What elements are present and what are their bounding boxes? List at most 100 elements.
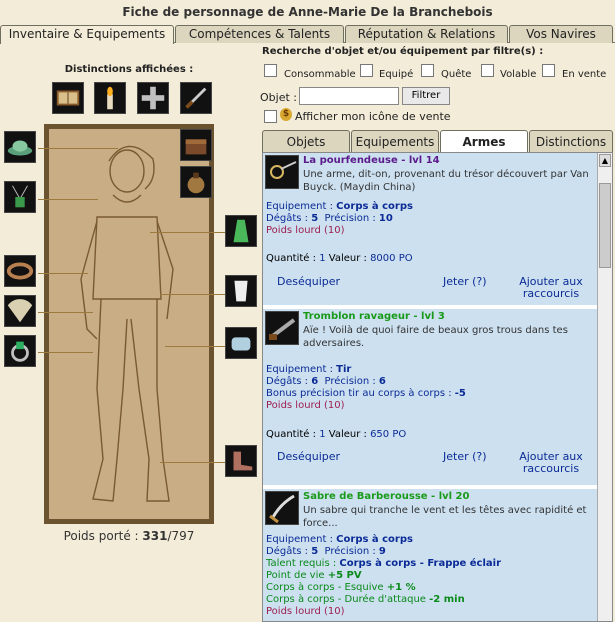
left-panel: Distinctions affichées : Poids porté: 3…: [0, 44, 258, 622]
equip-value: Corps à corps: [336, 201, 413, 212]
list-item: La pourfendeuse - lvl 14 Une arme, dit-o…: [263, 153, 598, 307]
desequiper-link[interactable]: Deséquiper: [277, 276, 340, 288]
filter-button[interactable]: Filtrer: [402, 87, 450, 105]
item-desc: Aïe ! Voilà de quoi faire de beaux gros …: [303, 325, 568, 349]
label-equipe: Equipé: [379, 69, 414, 80]
subtab-equipements[interactable]: Equipements: [351, 130, 439, 152]
value-amount: 650 PO: [370, 429, 407, 440]
equip-label: Equipement :: [266, 201, 333, 212]
list-item: Tromblon ravageur - lvl 3 Aïe ! Voilà de…: [263, 309, 598, 487]
precision-value: 6: [378, 376, 386, 387]
degats-label: Dégâts :: [266, 546, 309, 557]
item-desc: Une arme, dit-on, provenant du trésor dé…: [303, 169, 589, 193]
jeter-link[interactable]: Jeter (?): [443, 276, 487, 288]
weight-carried: Poids porté : 331/797: [0, 529, 258, 543]
weight-label: Poids porté :: [63, 529, 139, 543]
degats-label: Dégâts :: [266, 376, 309, 387]
dress-icon[interactable]: [225, 215, 257, 247]
candle-icon[interactable]: [94, 82, 126, 114]
value-label: Valeur :: [328, 429, 367, 440]
weight-max: /797: [167, 529, 195, 543]
label-sale-icon: Afficher mon icône de vente: [295, 110, 451, 123]
jeter-link[interactable]: Jeter (?): [443, 451, 487, 463]
item-name: Tromblon ravageur - lvl 3: [303, 311, 445, 322]
desequiper-link[interactable]: Deséquiper: [277, 451, 340, 463]
esquive-label: Corps à corps - Esquive: [266, 582, 384, 593]
tab-reputation[interactable]: Réputation & Relations: [345, 25, 508, 43]
hat-icon[interactable]: [4, 131, 36, 163]
sabre-icon: [265, 491, 299, 525]
right-panel: Recherche d'objet et/ou équipement par f…: [258, 44, 615, 622]
raccourcis-link[interactable]: Ajouter aux raccourcis: [513, 276, 589, 300]
esquive-value: +1 %: [386, 582, 416, 593]
dagger-icon[interactable]: [180, 82, 212, 114]
equip-value: Tir: [336, 364, 352, 375]
degats-label: Dégâts :: [266, 213, 309, 224]
cross-icon[interactable]: [137, 82, 169, 114]
duree-label: Corps à corps - Durée d'attaque: [266, 594, 426, 605]
item-list: La pourfendeuse - lvl 14 Une arme, dit-o…: [262, 152, 613, 622]
scrollbar[interactable]: ▲: [597, 153, 612, 621]
page-title: Fiche de personnage de Anne-Marie De la …: [122, 5, 493, 19]
talent-value: Corps à corps - Frappe éclair: [339, 558, 502, 569]
pv-label: Point de vie: [266, 570, 325, 581]
checkbox-equipe[interactable]: [360, 64, 373, 77]
duree-value: -2 min: [429, 594, 465, 605]
equip-label: Equipement :: [266, 364, 333, 375]
label-volable: Volable: [500, 69, 537, 80]
equip-value: Corps à corps: [336, 534, 413, 545]
label-quete: Quête: [441, 69, 472, 80]
precision-label: Précision :: [324, 546, 376, 557]
objet-label: Objet :: [260, 91, 297, 104]
value-label: Valeur :: [328, 253, 367, 264]
bonus-value: -5: [454, 388, 466, 399]
amulet-icon[interactable]: [4, 181, 36, 213]
checkbox-quete[interactable]: [421, 64, 434, 77]
raccourcis-link[interactable]: Ajouter aux raccourcis: [513, 451, 589, 475]
label-consommable: Consommable: [284, 69, 356, 80]
precision-label: Précision :: [324, 213, 376, 224]
distinctions-label: Distinctions affichées :: [64, 64, 194, 75]
fan-icon[interactable]: [4, 295, 36, 327]
weight-value: 331: [142, 529, 168, 543]
rapier-icon: [265, 155, 299, 189]
checkbox-sale-icon[interactable]: [264, 110, 277, 123]
bracelet-icon[interactable]: [4, 255, 36, 287]
subtab-distinctions[interactable]: Distinctions: [529, 130, 613, 152]
subtab-armes[interactable]: Armes: [440, 130, 528, 153]
corset-icon[interactable]: [225, 275, 257, 307]
chest-icon[interactable]: [180, 129, 212, 161]
subtab-objets[interactable]: Objets: [262, 130, 350, 152]
tab-competences[interactable]: Compétences & Talents: [175, 25, 344, 43]
degats-value: 6: [311, 376, 319, 387]
ring-icon[interactable]: [4, 335, 36, 367]
degats-value: 5: [311, 546, 319, 557]
degats-value: 5: [311, 213, 319, 224]
talent-label: Talent requis :: [266, 558, 337, 569]
poids-text: Poids lourd (10): [266, 400, 345, 411]
precision-label: Précision :: [324, 376, 376, 387]
qty-label: Quantité :: [266, 253, 316, 264]
blunderbuss-icon: [265, 311, 299, 345]
scroll-up-icon[interactable]: ▲: [599, 154, 611, 167]
scroll-thumb[interactable]: [599, 183, 611, 268]
objet-input[interactable]: [299, 87, 399, 105]
pv-value: +5 PV: [327, 570, 362, 581]
poids-text: Poids lourd (10): [266, 225, 345, 236]
checkbox-volable[interactable]: [481, 64, 494, 77]
pouch-icon[interactable]: [180, 166, 212, 198]
precision-value: 10: [378, 213, 393, 224]
gauntlet-icon[interactable]: [225, 327, 257, 359]
equip-label: Equipement :: [266, 534, 333, 545]
checkbox-en-vente[interactable]: [542, 64, 555, 77]
qty-value: 1: [319, 429, 326, 440]
label-en-vente: En vente: [562, 69, 607, 80]
tab-navires[interactable]: Vos Navires: [509, 25, 613, 43]
poids-text: Poids lourd (10): [266, 606, 345, 617]
coin-icon: $: [280, 108, 292, 121]
item-name: Sabre de Barberousse - lvl 20: [303, 491, 470, 502]
checkbox-consommable[interactable]: [264, 64, 277, 77]
book-icon[interactable]: [52, 82, 84, 114]
tab-inventaire[interactable]: Inventaire & Equipements: [0, 25, 174, 44]
boot-icon[interactable]: [225, 445, 257, 477]
